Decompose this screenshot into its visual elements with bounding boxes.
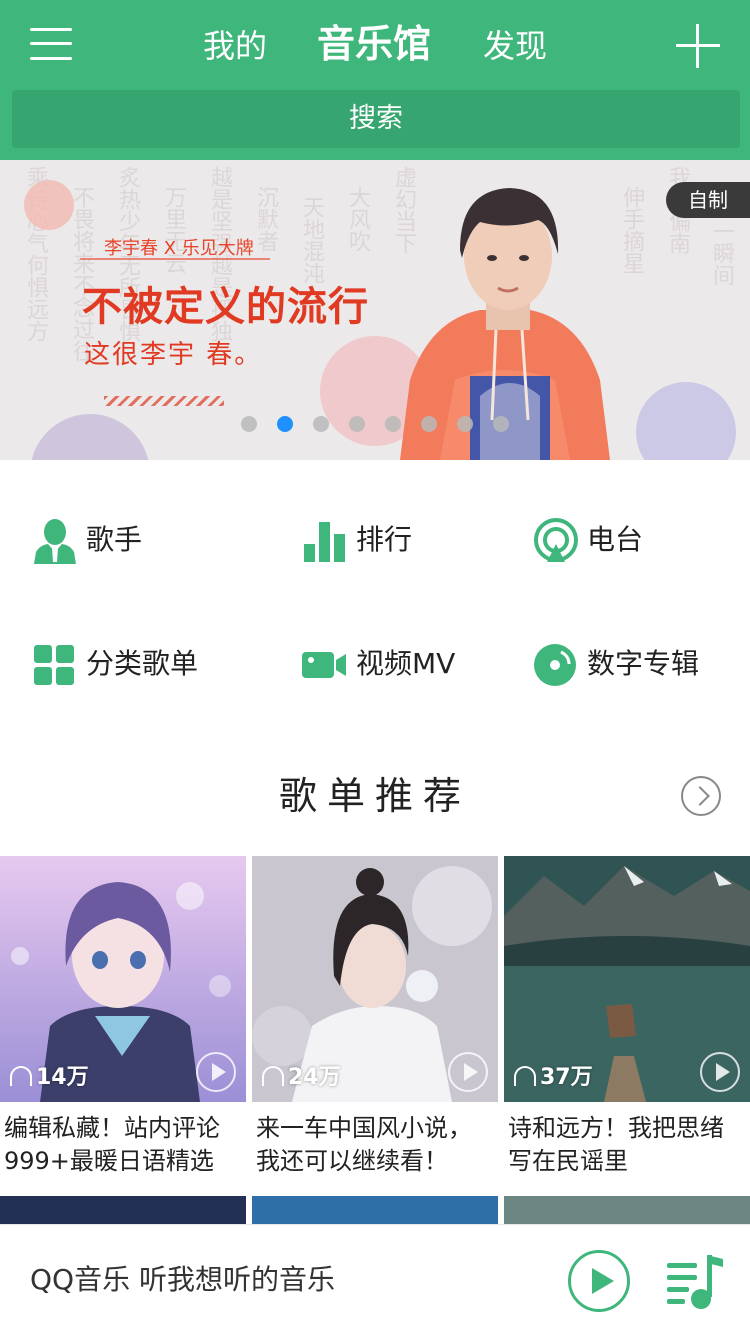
banner-slogan: 这很李宇 春。 xyxy=(84,340,263,370)
radio-icon xyxy=(534,518,578,562)
playlist-icon[interactable] xyxy=(667,1253,725,1311)
player-slogan: QQ音乐 听我想听的音乐 xyxy=(30,1263,335,1296)
carousel-dot[interactable] xyxy=(385,416,401,432)
decor-circle xyxy=(636,382,736,460)
nav-video-mv[interactable]: 视频MV xyxy=(302,642,522,692)
nav-radio-label: 电台 xyxy=(587,523,644,556)
add-icon[interactable] xyxy=(676,24,720,68)
playlist-title[interactable]: 诗和远方！我把思绪写在民谣里 xyxy=(504,1102,750,1178)
tab-mine[interactable]: 我的 xyxy=(203,26,267,66)
play-icon[interactable] xyxy=(700,1052,740,1092)
play-count: 14万 xyxy=(10,1064,89,1092)
singer-icon xyxy=(34,519,76,564)
playlist-title[interactable]: 来一车中国风小说，我还可以继续看！ xyxy=(252,1102,498,1178)
nav-singer-label: 歌手 xyxy=(86,523,143,556)
menu-icon[interactable] xyxy=(30,26,72,62)
nav-category-label: 分类歌单 xyxy=(86,647,199,680)
category-icon xyxy=(34,645,74,685)
banner-background-text: 伸手摘星 xyxy=(619,186,644,274)
playlist-cover[interactable]: 14万 xyxy=(0,856,246,1102)
headphone-icon xyxy=(262,1066,284,1086)
video-icon xyxy=(302,652,346,678)
top-bar: 我的 音乐馆 发现 xyxy=(0,0,750,92)
banner-carousel[interactable]: 乘诗心气何惧远方 不畏将来不念过往 炙热少年无所畏惧 万里无云 越是坚强越是孤独… xyxy=(0,160,750,460)
album-icon xyxy=(534,644,576,686)
playlist-title[interactable]: 编辑私藏！站内评论999+最暖日语精选 xyxy=(0,1102,246,1178)
nav-ranking-label: 排行 xyxy=(356,523,413,556)
self-made-badge: 自制 xyxy=(666,182,750,218)
playlist-cover-next[interactable] xyxy=(504,1196,750,1226)
playlist-card[interactable]: 14万 编辑私藏！站内评论999+最暖日语精选 xyxy=(0,856,246,1178)
play-icon[interactable] xyxy=(196,1052,236,1092)
play-count: 24万 xyxy=(262,1064,341,1092)
carousel-dot[interactable] xyxy=(493,416,509,432)
app-header: 我的 音乐馆 发现 搜索 xyxy=(0,0,750,160)
play-icon[interactable] xyxy=(568,1250,630,1312)
banner-background-text: 一瞬间 xyxy=(709,220,734,286)
carousel-dot-active[interactable] xyxy=(277,416,293,432)
headphone-icon xyxy=(514,1066,536,1086)
play-icon[interactable] xyxy=(448,1052,488,1092)
chart-icon xyxy=(304,522,345,562)
carousel-dot[interactable] xyxy=(313,416,329,432)
carousel-dot[interactable] xyxy=(241,416,257,432)
nav-radio[interactable]: 电台 xyxy=(533,518,733,568)
headphone-icon xyxy=(10,1066,32,1086)
playlist-card[interactable]: 37万 诗和远方！我把思绪写在民谣里 xyxy=(504,856,750,1178)
playlist-cover[interactable]: 37万 xyxy=(504,856,750,1102)
tab-music-hall[interactable]: 音乐馆 xyxy=(317,24,431,64)
carousel-dot[interactable] xyxy=(421,416,437,432)
playlist-cover-next[interactable] xyxy=(0,1196,246,1226)
tab-discover[interactable]: 发现 xyxy=(483,26,547,66)
chevron-right-icon[interactable] xyxy=(681,776,721,816)
playlist-cover-next[interactable] xyxy=(252,1196,498,1226)
carousel-dot[interactable] xyxy=(349,416,365,432)
banner-title: 不被定义的流行 xyxy=(82,284,369,330)
search-bar[interactable]: 搜索 xyxy=(12,90,740,148)
carousel-dot[interactable] xyxy=(457,416,473,432)
nav-category[interactable]: 分类歌单 xyxy=(34,642,254,692)
nav-ranking[interactable]: 排行 xyxy=(304,518,504,568)
decor-circle xyxy=(24,180,74,230)
nav-digital-album[interactable]: 数字专辑 xyxy=(533,642,733,692)
nav-video-mv-label: 视频MV xyxy=(356,647,456,680)
banner-subtitle: 李宇春 X 乐见大牌 xyxy=(104,238,254,259)
nav-digital-album-label: 数字专辑 xyxy=(587,647,700,680)
section-title: 歌单推荐 xyxy=(278,774,471,818)
playlist-cover[interactable]: 24万 xyxy=(252,856,498,1102)
playlist-card[interactable]: 24万 来一车中国风小说，我还可以继续看！ xyxy=(252,856,498,1178)
nav-singer[interactable]: 歌手 xyxy=(34,518,254,568)
banner-stripe xyxy=(104,396,224,406)
play-count: 37万 xyxy=(514,1064,593,1092)
mini-player[interactable]: QQ音乐 听我想听的音乐 xyxy=(0,1224,750,1334)
